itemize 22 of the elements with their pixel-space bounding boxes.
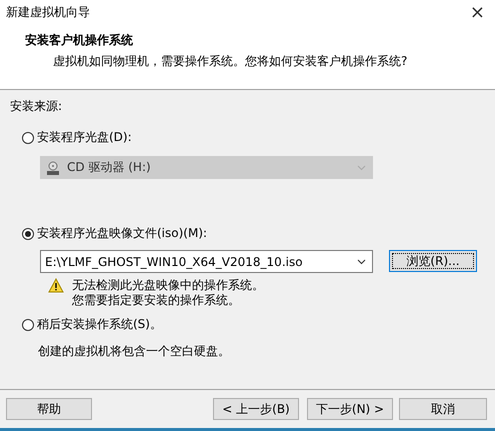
next-button[interactable]: 下一步(N) > — [307, 398, 393, 420]
option-note: 创建的虚拟机将包含一个空白硬盘。 — [38, 343, 231, 360]
section-label: 安装来源: — [10, 98, 64, 115]
close-icon[interactable]: × — [470, 2, 485, 22]
back-button[interactable]: < 上一步(B) — [213, 398, 299, 420]
warning-text: 您需要指定要安装的操作系统。 — [72, 293, 241, 308]
radio-label[interactable]: 稍后安装操作系统(S)。 — [37, 316, 162, 333]
radio-label[interactable]: 安装程序光盘映像文件(iso)(M): — [37, 225, 208, 242]
warning-icon — [48, 278, 64, 293]
cancel-button[interactable]: 取消 — [399, 398, 487, 420]
chevron-icon — [357, 258, 366, 264]
help-button[interactable]: 帮助 — [6, 398, 92, 420]
window-title: 新建虚拟机向导 — [6, 4, 90, 20]
warning-text: 无法检测此光盘映像中的操作系统。 — [72, 278, 264, 293]
chevron-icon — [357, 164, 366, 170]
cd-drive-icon — [45, 160, 61, 176]
page-title: 安装客户机操作系统 — [25, 32, 134, 49]
radio-button[interactable] — [22, 318, 34, 330]
page-subtitle: 虚拟机如同物理机，需要操作系统。您将如何安装客户机操作系统? — [52, 53, 408, 70]
radio-button[interactable] — [22, 228, 34, 240]
iso-path-dropdown[interactable]: E:\YLMF_GHOST_WIN10_X64_V2018_10.iso — [40, 250, 373, 273]
browse-button[interactable]: 浏览(R)... — [389, 250, 477, 272]
